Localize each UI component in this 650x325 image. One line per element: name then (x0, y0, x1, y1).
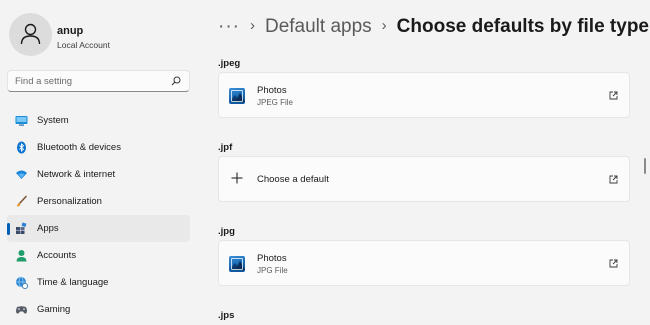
file-extension-label: .jps (218, 310, 235, 321)
bluetooth-icon (17, 141, 26, 154)
sidebar-item-personalization[interactable]: Personalization (7, 188, 190, 215)
person-icon (20, 23, 41, 45)
user-name: anup (57, 25, 84, 37)
choose-default-label: Choose a default (257, 174, 329, 185)
sidebar-nav: System Bluetooth & devices Network & int… (7, 107, 190, 323)
user-profile[interactable]: anup Local Account (9, 13, 199, 59)
default-app-name: Photos (257, 253, 287, 264)
file-extension-label: .jpeg (218, 58, 241, 69)
default-app-name: Photos (257, 85, 287, 96)
breadcrumb: ··· › Default apps › Choose defaults by file… (218, 13, 649, 41)
globe-clock-icon (16, 276, 28, 289)
apps-icon (16, 222, 27, 234)
file-type-row-jpeg[interactable]: Photos JPEG File (218, 72, 630, 118)
sidebar-item-label: Network & internet (37, 169, 116, 180)
scrollbar-thumb[interactable] (644, 158, 646, 174)
gamepad-icon (16, 306, 27, 314)
file-extension-label: .jpg (218, 226, 235, 237)
sidebar-item-label: Gaming (37, 304, 71, 315)
sidebar-item-gaming[interactable]: Gaming (7, 296, 190, 323)
sidebar-item-label: System (37, 115, 69, 126)
main-content: ··· › Default apps › Choose defaults by file… (200, 0, 650, 325)
page-title: Choose defaults by file type (396, 16, 649, 37)
breadcrumb-more-button[interactable]: ··· (218, 16, 240, 37)
open-external-icon[interactable] (609, 91, 618, 100)
file-type-row-jpg[interactable]: Photos JPG File (218, 240, 630, 286)
file-type-description: JPEG File (257, 98, 294, 107)
sidebar: anup Local Account System (0, 0, 200, 325)
sidebar-item-time-language[interactable]: Time & language (7, 269, 190, 296)
file-type-description: JPG File (257, 266, 288, 275)
photos-icon (229, 88, 245, 104)
sidebar-item-label: Accounts (37, 250, 77, 261)
sidebar-item-label: Bluetooth & devices (37, 142, 121, 153)
sidebar-item-label: Personalization (37, 196, 102, 207)
sidebar-item-bluetooth[interactable]: Bluetooth & devices (7, 134, 190, 161)
open-external-icon[interactable] (609, 175, 618, 184)
sidebar-item-accounts[interactable]: Accounts (7, 242, 190, 269)
open-external-icon[interactable] (609, 259, 618, 268)
search-box[interactable] (7, 70, 190, 92)
sidebar-item-system[interactable]: System (7, 107, 190, 134)
file-extension-label: .jpf (218, 142, 233, 153)
breadcrumb-default-apps[interactable]: Default apps (265, 16, 372, 37)
wifi-icon (16, 170, 27, 179)
avatar[interactable] (9, 13, 52, 56)
file-type-row-jpf[interactable]: Choose a default (218, 156, 630, 202)
search-icon[interactable] (171, 76, 181, 86)
sidebar-item-label: Time & language (37, 277, 109, 288)
settings-window: anup Local Account System (0, 0, 650, 325)
breadcrumb-separator: › (381, 17, 387, 34)
photos-icon (229, 256, 245, 272)
system-icon (15, 116, 28, 126)
brush-icon (17, 195, 27, 207)
breadcrumb-separator: › (249, 17, 255, 34)
person-icon (16, 250, 27, 262)
sidebar-item-label: Apps (37, 223, 59, 234)
plus-icon (231, 172, 243, 184)
sidebar-item-network[interactable]: Network & internet (7, 161, 190, 188)
sidebar-item-apps[interactable]: Apps (7, 215, 190, 242)
search-input[interactable] (15, 74, 165, 88)
account-type: Local Account (57, 40, 110, 50)
